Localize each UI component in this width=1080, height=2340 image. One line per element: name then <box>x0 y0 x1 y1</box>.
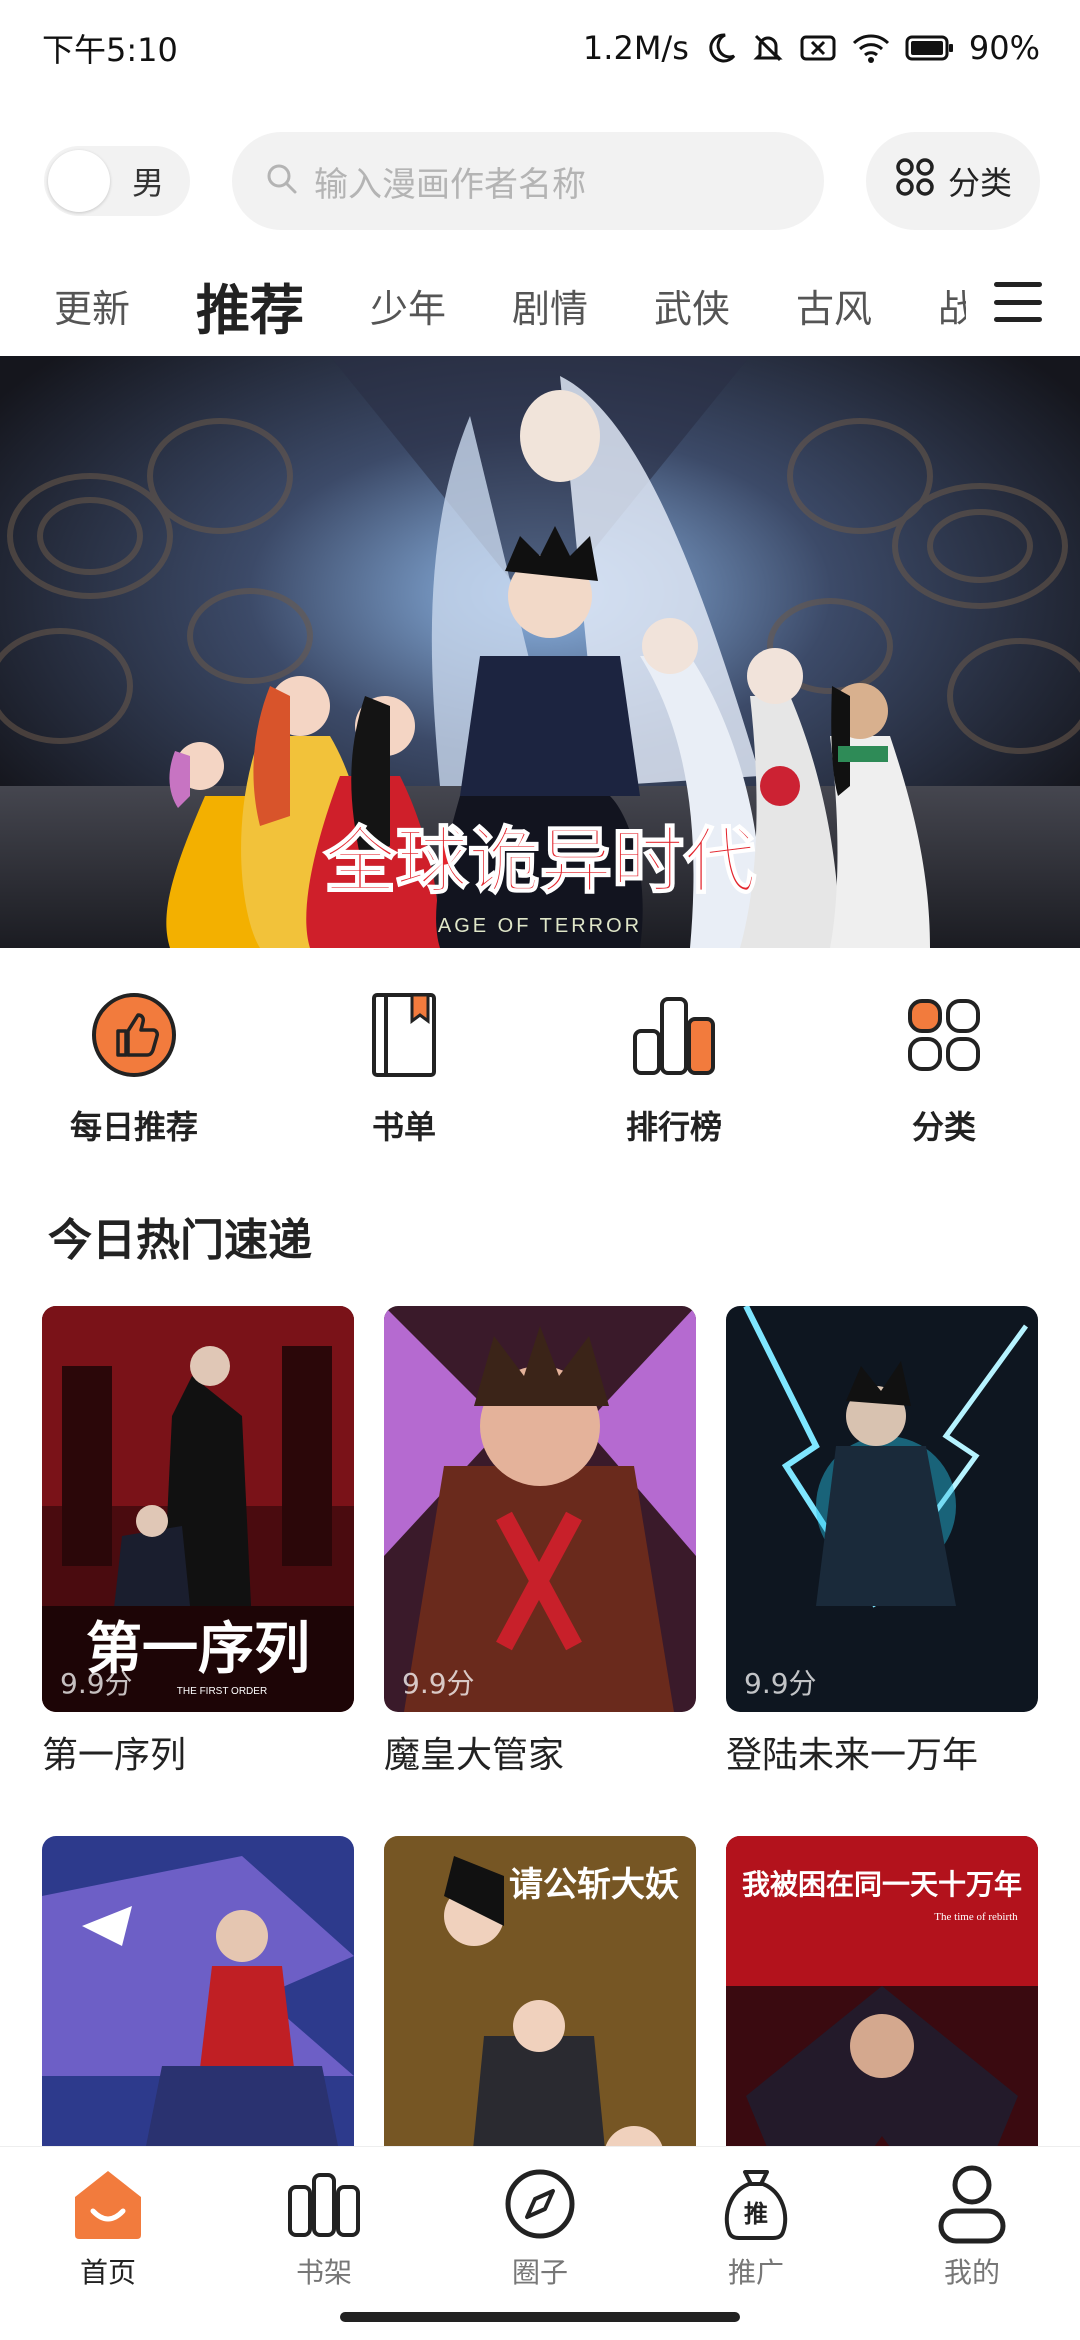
toggle-knob <box>48 150 110 212</box>
bookshelf-icon <box>281 2161 367 2247</box>
bottom-nav: 首页 书架 圈子 推 推广 我的 <box>0 2146 1080 2340</box>
banner-artwork: 全球诡异时代 AGE OF TERROR <box>0 356 1080 948</box>
tab-update[interactable]: 更新 <box>54 278 130 333</box>
tab-wuxia[interactable]: 武侠 <box>654 278 730 333</box>
compass-icon <box>497 2161 583 2247</box>
thumbs-up-icon <box>89 990 179 1080</box>
nav-promote[interactable]: 推 推广 <box>676 2161 836 2291</box>
gender-label: 男 <box>132 164 165 202</box>
comic-title: 魔皇大管家 <box>384 1735 565 1776</box>
comic-card[interactable]: 9.9分 登陆未来一万年 <box>726 1306 1038 1778</box>
quick-label: 排行榜 <box>625 1108 722 1146</box>
nav-profile[interactable]: 我的 <box>892 2161 1052 2291</box>
nav-label: 首页 <box>79 2256 136 2289</box>
menu-bar <box>994 299 1042 305</box>
wifi-icon <box>851 31 891 65</box>
banner-carousel[interactable]: 全球诡异时代 AGE OF TERROR <box>0 356 1080 948</box>
category-entry[interactable]: 分类 <box>834 990 1054 1160</box>
battery-percent: 90% <box>968 29 1040 67</box>
gender-toggle[interactable]: 男 <box>44 146 190 216</box>
menu-bar <box>994 282 1042 287</box>
quick-entry-row: 每日推荐 书单 排行榜 分类 <box>0 990 1080 1160</box>
mute-bell-icon <box>751 31 785 65</box>
cover-title: 我被困在同一天十万年 <box>742 1868 1022 1901</box>
ranking-icon <box>629 990 719 1080</box>
banner-subtitle: AGE OF TERROR <box>438 915 642 937</box>
tab-drama[interactable]: 剧情 <box>512 278 588 333</box>
nav-label: 圈子 <box>511 2256 568 2289</box>
search-icon <box>264 161 300 201</box>
quick-label: 分类 <box>911 1108 976 1146</box>
promote-bag-icon: 推 <box>713 2161 799 2247</box>
comic-score: 9.9分 <box>60 1667 133 1700</box>
category-label: 分类 <box>947 164 1012 202</box>
comic-score: 9.9分 <box>402 1667 475 1700</box>
nav-home[interactable]: 首页 <box>28 2161 188 2291</box>
search-placeholder: 输入漫画作者名称 <box>314 164 586 205</box>
comic-title: 登陆未来一万年 <box>726 1735 979 1776</box>
home-indicator[interactable] <box>340 2312 740 2322</box>
nav-bookshelf[interactable]: 书架 <box>244 2161 404 2291</box>
book-icon <box>359 990 449 1080</box>
banner-title: 全球诡异时代 <box>323 822 756 902</box>
comic-cover: 9.9分 <box>726 1306 1038 1712</box>
svg-text:推: 推 <box>744 2200 768 2228</box>
quick-label: 书单 <box>371 1108 436 1146</box>
category-icon <box>899 990 989 1080</box>
ranking-entry[interactable]: 排行榜 <box>564 990 784 1160</box>
tab-war[interactable]: 战 <box>938 278 966 333</box>
menu-bar <box>994 317 1042 322</box>
moon-icon <box>703 31 737 65</box>
category-button[interactable]: 分类 <box>866 132 1040 230</box>
top-bar: 男 输入漫画作者名称 分类 <box>0 130 1080 234</box>
net-speed: 1.2M/s <box>582 29 689 67</box>
comic-cover: 9.9分 <box>384 1306 696 1712</box>
comic-card[interactable]: 第一序列 THE FIRST ORDER 9.9分 第一序列 <box>42 1306 354 1778</box>
tabs-menu-button[interactable] <box>994 282 1042 322</box>
tab-youth[interactable]: 少年 <box>370 278 446 333</box>
cover-subtitle: THE FIRST ORDER <box>177 1686 267 1697</box>
comic-score: 9.9分 <box>744 1667 817 1700</box>
nav-label: 推广 <box>727 2256 784 2289</box>
sim-off-icon <box>799 31 837 65</box>
cover-subtitle: The time of rebirth <box>934 1911 1018 1923</box>
comic-title: 第一序列 <box>42 1735 187 1776</box>
profile-icon <box>929 2161 1015 2247</box>
status-bar: 下午5:10 1.2M/s 90% <box>0 0 1080 96</box>
category-tabs: 更新 推荐 少年 剧情 武侠 古风 战 <box>0 264 1080 344</box>
battery-icon <box>905 34 955 62</box>
section-title: 今日热门速递 <box>48 1215 312 1266</box>
home-icon <box>65 2161 151 2247</box>
status-icons: 1.2M/s 90% <box>583 29 1040 67</box>
nav-label: 我的 <box>943 2256 1000 2289</box>
tab-ancient[interactable]: 古风 <box>796 278 872 333</box>
category-grid-icon <box>894 156 936 206</box>
comic-cover: 第一序列 THE FIRST ORDER 9.9分 <box>42 1306 354 1712</box>
tab-recommend[interactable]: 推荐 <box>196 266 304 345</box>
nav-circle[interactable]: 圈子 <box>460 2161 620 2291</box>
nav-label: 书架 <box>295 2256 352 2289</box>
daily-recommend-entry[interactable]: 每日推荐 <box>24 990 244 1160</box>
comic-card[interactable]: 9.9分 魔皇大管家 <box>384 1306 696 1778</box>
status-time: 下午5:10 <box>42 31 178 69</box>
cover-title: 请公斩大妖 <box>509 1866 679 1904</box>
booklist-entry[interactable]: 书单 <box>294 990 514 1160</box>
search-input[interactable]: 输入漫画作者名称 <box>232 132 824 230</box>
quick-label: 每日推荐 <box>69 1108 198 1146</box>
